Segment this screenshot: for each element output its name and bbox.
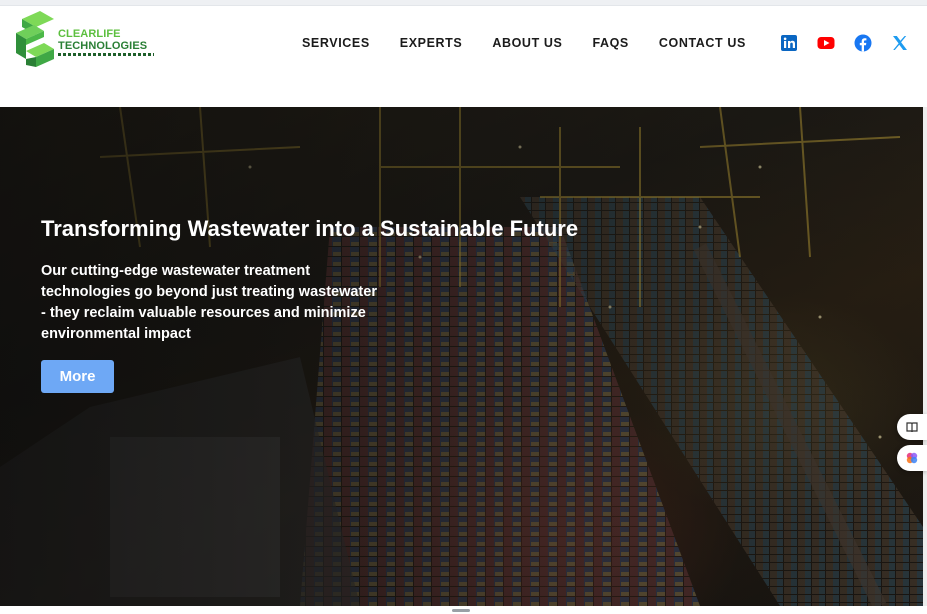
page-scrollbar[interactable] [923, 107, 927, 606]
page: CLEARLIFE TECHNOLOGIES SERVICES EXPERTS … [0, 0, 927, 614]
social-links [780, 34, 909, 52]
brand-logo[interactable]: CLEARLIFE TECHNOLOGIES [14, 11, 159, 73]
ai-assistant-icon [906, 452, 918, 464]
side-widget-assistant[interactable] [897, 445, 927, 471]
brand-name-line1: CLEARLIFE [58, 28, 121, 40]
brand-name-line2: TECHNOLOGIES [58, 40, 148, 52]
hero-title: Transforming Wastewater into a Sustainab… [41, 216, 579, 241]
nav-experts[interactable]: EXPERTS [400, 36, 463, 50]
linkedin-icon[interactable] [780, 34, 798, 52]
brand-tagline [58, 53, 154, 56]
hero-description: Our cutting-edge wastewater treatment te… [41, 263, 377, 342]
nav-about-us[interactable]: ABOUT US [492, 36, 562, 50]
facebook-icon[interactable] [854, 34, 872, 52]
book-icon [906, 422, 918, 433]
nav-faqs[interactable]: FAQS [592, 36, 628, 50]
side-widget-book[interactable] [897, 414, 927, 440]
youtube-icon[interactable] [817, 34, 835, 52]
logo-mark-icon [16, 11, 54, 67]
site-header: CLEARLIFE TECHNOLOGIES SERVICES EXPERTS … [0, 6, 927, 107]
hero-section: Transforming Wastewater into a Sustainab… [0, 107, 923, 606]
more-button[interactable]: More [41, 360, 114, 393]
bottom-drag-handle[interactable] [452, 609, 470, 612]
main-nav: SERVICES EXPERTS ABOUT US FAQS CONTACT U… [302, 36, 746, 50]
x-twitter-icon[interactable] [891, 34, 909, 52]
hero-overlay [0, 107, 923, 606]
nav-services[interactable]: SERVICES [302, 36, 370, 50]
nav-contact-us[interactable]: CONTACT US [659, 36, 746, 50]
